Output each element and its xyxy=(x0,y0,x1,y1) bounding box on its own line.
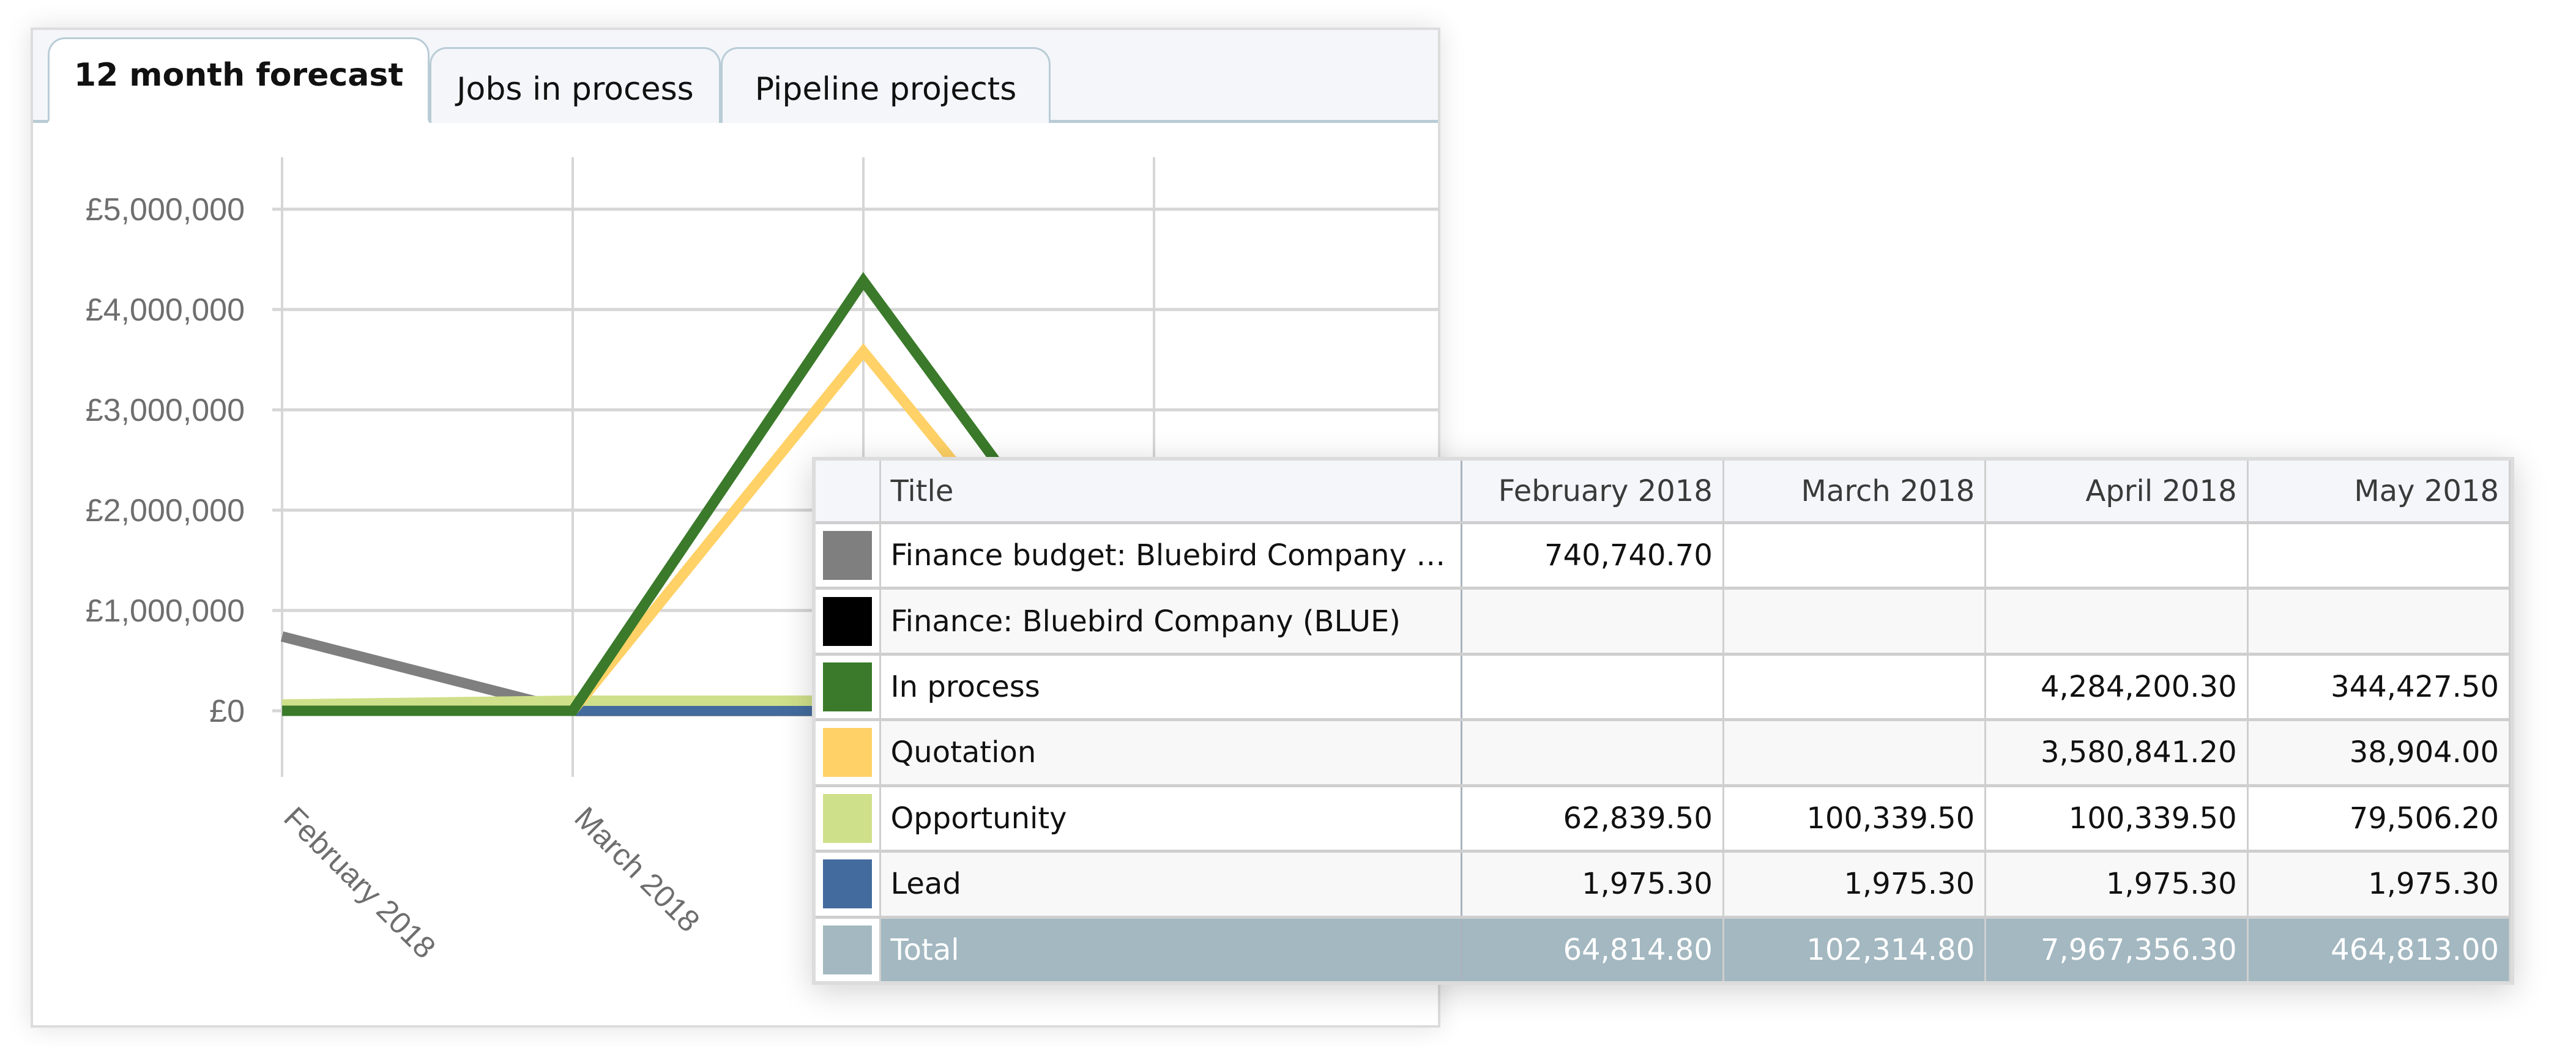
swatch-cell xyxy=(816,719,881,787)
series-color-swatch xyxy=(822,728,872,777)
row-value: 1,975.30 xyxy=(1985,851,2249,919)
header-may-2018[interactable]: May 2018 xyxy=(2247,461,2511,524)
x-tick-label: February 2018 xyxy=(277,800,442,965)
y-tick-label: £0 xyxy=(209,694,245,729)
row-value: 1,975.30 xyxy=(2247,851,2511,919)
swatch-cell xyxy=(816,785,881,853)
row-value: 100,339.50 xyxy=(1723,785,1987,853)
row-title: In process xyxy=(880,654,1462,722)
row-value: 4,284,200.30 xyxy=(1985,654,2249,722)
series-color-swatch xyxy=(822,859,872,909)
forecast-table: Title February 2018 March 2018 April 201… xyxy=(816,461,2511,981)
header-title[interactable]: Title xyxy=(880,461,1462,524)
swatch-cell xyxy=(816,917,881,981)
row-value xyxy=(2247,522,2511,590)
x-tick-label: March 2018 xyxy=(568,800,706,938)
row-value: 3,580,841.20 xyxy=(1985,719,2249,787)
tab-12-month-forecast[interactable]: 12 month forecast xyxy=(48,37,430,123)
row-value xyxy=(1461,654,1724,722)
row-value: 102,314.80 xyxy=(1723,917,1987,981)
swatch-cell xyxy=(816,588,881,656)
row-title: Total xyxy=(880,917,1462,981)
header-april-2018[interactable]: April 2018 xyxy=(1985,461,2249,524)
row-value: 1,975.30 xyxy=(1461,851,1724,919)
series-color-swatch xyxy=(822,531,872,580)
row-value: 464,813.00 xyxy=(2247,917,2511,981)
table-total-row[interactable]: Total 64,814.80 102,314.80 7,967,356.30 464,… xyxy=(816,917,2511,981)
table-row[interactable]: Lead 1,975.30 1,975.30 1,975.30 1,975.30 xyxy=(816,851,2511,919)
tab-jobs-in-process[interactable]: Jobs in process xyxy=(430,47,721,123)
tab-label: Pipeline projects xyxy=(754,70,1017,108)
header-february-2018[interactable]: February 2018 xyxy=(1461,461,1724,524)
table-header-row: Title February 2018 March 2018 April 201… xyxy=(816,461,2511,524)
swatch-cell xyxy=(816,654,881,722)
row-value xyxy=(1723,719,1987,787)
y-tick-label: £4,000,000 xyxy=(86,292,245,328)
table-row[interactable]: Finance budget: Bluebird Company (... 740… xyxy=(816,522,2511,590)
table-row[interactable]: Finance: Bluebird Company (BLUE) xyxy=(816,588,2511,656)
row-value: 1,975.30 xyxy=(1723,851,1987,919)
y-tick-label: £3,000,000 xyxy=(86,393,245,428)
series-color-swatch xyxy=(822,662,872,712)
tab-bar: 12 month forecast Jobs in process Pipeli… xyxy=(33,30,1438,123)
row-title: Opportunity xyxy=(880,785,1462,853)
row-value: 64,814.80 xyxy=(1461,917,1724,981)
table-row[interactable]: In process 4,284,200.30 344,427.50 xyxy=(816,654,2511,722)
row-value xyxy=(1461,719,1724,787)
row-value xyxy=(2247,588,2511,656)
header-march-2018[interactable]: March 2018 xyxy=(1723,461,1987,524)
row-title: Finance budget: Bluebird Company (... xyxy=(880,522,1462,590)
tab-label: 12 month forecast xyxy=(73,57,404,94)
row-value xyxy=(1723,522,1987,590)
row-value xyxy=(1723,588,1987,656)
series-color-swatch xyxy=(822,596,872,646)
row-value: 344,427.50 xyxy=(2247,654,2511,722)
y-tick-label: £2,000,000 xyxy=(86,493,245,529)
y-tick-label: £5,000,000 xyxy=(86,192,245,228)
row-value: 740,740.70 xyxy=(1461,522,1724,590)
tab-pipeline-projects[interactable]: Pipeline projects xyxy=(721,47,1051,123)
y-tick-label: £1,000,000 xyxy=(86,593,245,629)
row-title: Quotation xyxy=(880,719,1462,787)
row-title: Lead xyxy=(880,851,1462,919)
row-value: 79,506.20 xyxy=(2247,785,2511,853)
table-row[interactable]: Opportunity 62,839.50 100,339.50 100,339.50… xyxy=(816,785,2511,853)
row-value: 38,904.00 xyxy=(2247,719,2511,787)
row-value xyxy=(1723,654,1987,722)
header-swatch xyxy=(816,461,881,524)
forecast-table-popup: Title February 2018 March 2018 April 201… xyxy=(812,457,2514,985)
row-value xyxy=(1985,522,2249,590)
row-value xyxy=(1461,588,1724,656)
tab-label: Jobs in process xyxy=(456,70,694,108)
swatch-cell xyxy=(816,851,881,919)
series-color-swatch xyxy=(822,925,872,974)
row-value: 62,839.50 xyxy=(1461,785,1724,853)
row-value: 100,339.50 xyxy=(1985,785,2249,853)
row-title: Finance: Bluebird Company (BLUE) xyxy=(880,588,1462,656)
label-layer: £0 £1,000,000 £2,000,000 £3,000,000 £4,000,0… xyxy=(86,192,707,965)
table-row[interactable]: Quotation 3,580,841.20 38,904.00 xyxy=(816,719,2511,787)
row-value xyxy=(1985,588,2249,656)
series-color-swatch xyxy=(822,793,872,843)
row-value: 7,967,356.30 xyxy=(1985,917,2249,981)
swatch-cell xyxy=(816,522,881,590)
